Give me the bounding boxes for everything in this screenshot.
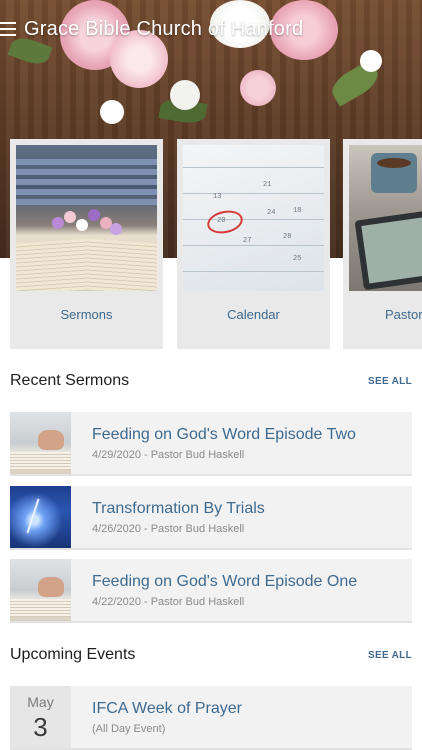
open-bible-thumbnail: [10, 559, 71, 621]
section-title: Recent Sermons: [10, 372, 130, 389]
event-day: 3: [33, 712, 48, 742]
tile-label-pastors: Pastor's: [385, 307, 422, 322]
sermon-meta: 4/29/2020 - Pastor Bud Haskell: [92, 449, 245, 461]
pastor-tile-image: [349, 145, 422, 291]
tile-sermons[interactable]: Sermons: [10, 139, 163, 349]
see-all-sermons-link[interactable]: SEE ALL: [368, 376, 412, 387]
event-list-item[interactable]: May 3 IFCA Week of Prayer (All Day Event…: [10, 686, 412, 750]
sermon-title: Feeding on God's Word Episode One: [92, 573, 358, 590]
tile-calendar[interactable]: 13 21 20 24 18 27 28 25 Calendar: [177, 139, 330, 349]
app-title: Grace Bible Church of Hanford: [24, 17, 304, 40]
sermon-title: Transformation By Trials: [92, 500, 265, 517]
app-title-bar: Grace Bible Church of Hanford: [0, 12, 422, 46]
section-title: Upcoming Events: [10, 646, 136, 663]
sermon-list-item[interactable]: Feeding on God's Word Episode Two 4/29/2…: [10, 412, 412, 476]
calendar-tile-image: 13 21 20 24 18 27 28 25: [183, 145, 324, 291]
sermon-meta: 4/26/2020 - Pastor Bud Haskell: [92, 523, 245, 535]
white-flower-decoration: [170, 80, 200, 110]
upcoming-events-header: Upcoming Events SEE ALL: [10, 643, 412, 667]
lightning-storm-thumbnail: [10, 486, 71, 548]
see-all-events-link[interactable]: SEE ALL: [368, 650, 412, 661]
sermon-title: Feeding on God's Word Episode Two: [92, 426, 356, 443]
sermons-tile-image: [16, 145, 157, 291]
event-meta: (All Day Event): [92, 723, 166, 735]
white-flower-decoration: [100, 100, 124, 124]
event-month: May: [27, 694, 54, 710]
rose-decoration: [240, 70, 276, 106]
recent-sermons-header: Recent Sermons SEE ALL: [10, 369, 412, 393]
hamburger-menu-icon[interactable]: [0, 22, 18, 36]
feature-tiles: Sermons 13 21 20 24 18 27 28 25 Calendar…: [10, 139, 422, 349]
event-date-block: May 3: [10, 686, 71, 748]
tile-label-calendar: Calendar: [227, 307, 280, 322]
sermon-list-item[interactable]: Feeding on God's Word Episode One 4/22/2…: [10, 559, 412, 623]
sermon-list-item[interactable]: Transformation By Trials 4/26/2020 - Pas…: [10, 486, 412, 550]
open-bible-thumbnail: [10, 412, 71, 474]
event-title: IFCA Week of Prayer: [92, 700, 242, 717]
tile-pastors[interactable]: Pastor's: [343, 139, 422, 349]
tile-label-sermons: Sermons: [60, 307, 113, 322]
calendar-circle-mark: [205, 207, 245, 237]
white-flower-decoration: [360, 50, 382, 72]
sermon-meta: 4/22/2020 - Pastor Bud Haskell: [92, 596, 245, 608]
